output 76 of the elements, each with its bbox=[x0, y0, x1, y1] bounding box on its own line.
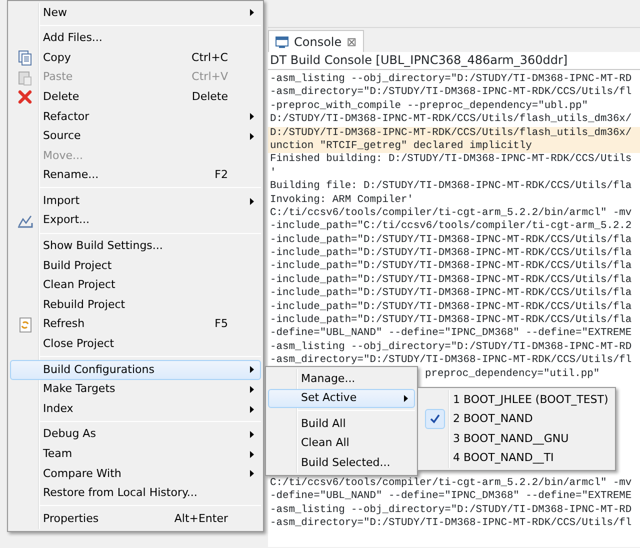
menu-item[interactable]: 1 BOOT_JHLEE (BOOT_TEST) bbox=[420, 390, 613, 410]
console-line: -asm_directory="D:/STUDY/TI-DM368-IPNC-MT-RDK/CCS/Utils/fl bbox=[269, 86, 632, 100]
console-line: -include_path="D:/STUDY/TI-DM368-IPNC-MT-RDK/CCS/Utils/fla bbox=[269, 234, 632, 248]
copy-icon bbox=[17, 50, 33, 66]
console-line: Building file: D:/STUDY/TI-DM368-IPNC-MT-RDK/CCS/Utils/fla bbox=[269, 180, 632, 194]
menu-item[interactable]: Rename... F2 bbox=[10, 166, 261, 186]
menu-item[interactable]: 2 BOOT_NAND bbox=[420, 410, 613, 430]
menu-item[interactable]: Add Files... bbox=[10, 28, 261, 48]
console-line: -include_path="D:/STUDY/TI-DM368-IPNC-MT-RDK/CCS/Utils/fla bbox=[269, 247, 632, 260]
console-line: -include_path="D:/STUDY/TI-DM368-IPNC-MT-RDK/CCS/Utils/fla bbox=[269, 287, 632, 301]
menu-item[interactable]: Close Project bbox=[10, 334, 261, 354]
console-line: -asm_listing --obj_directory="D:/STUDY/TI-DM368-IPNC-MT-RD bbox=[269, 504, 632, 518]
close-button[interactable]: ⊠ bbox=[346, 32, 357, 50]
menu-item[interactable]: Build Project bbox=[10, 256, 261, 276]
menu-item[interactable]: Set Active bbox=[268, 388, 415, 408]
console-tab[interactable]: Console ⊠ bbox=[268, 30, 364, 52]
console-title: DT Build Console [UBL_IPNC368_486arm_360ddr] bbox=[268, 52, 640, 69]
menu-item[interactable]: Refresh F5 bbox=[10, 314, 261, 334]
menu-item[interactable]: Build Selected... bbox=[268, 453, 415, 473]
console-line: preproc_dependency="util.pp" bbox=[424, 368, 600, 381]
menu-item[interactable]: Restore from Local History... bbox=[10, 484, 261, 504]
console-line: -define="UBL_NAND" --define="IPNC_DM368" --define="EXTREME bbox=[269, 327, 632, 341]
menu-item[interactable]: Team bbox=[10, 444, 261, 464]
menu-item[interactable]: Compare With bbox=[10, 464, 261, 484]
console-line: -asm_directory="D:/STUDY/TI-DM368-IPNC-MT-RDK/CCS/Utils/fl bbox=[269, 517, 632, 531]
submenu-arrow-icon bbox=[250, 9, 254, 16]
console-line: -asm_listing --obj_directory="D:/STUDY/TI-DM368-IPNC-MT-RD bbox=[269, 73, 632, 86]
submenu-arrow-icon bbox=[250, 198, 254, 205]
menu-item[interactable]: Show Build Settings... bbox=[10, 236, 261, 256]
menu-item[interactable]: Rebuild Project bbox=[10, 295, 261, 315]
menu-item[interactable]: Export... bbox=[10, 210, 261, 231]
submenu-arrow-icon bbox=[250, 113, 254, 120]
menu-item[interactable]: Clean All bbox=[268, 434, 415, 454]
menu-item[interactable]: Refactor bbox=[10, 106, 261, 127]
menu-item[interactable]: Manage... bbox=[268, 369, 415, 389]
submenu-arrow-icon bbox=[250, 431, 254, 438]
menu-item[interactable]: Build Configurations bbox=[10, 360, 261, 380]
menu-item[interactable]: Index bbox=[10, 399, 261, 419]
delete-icon bbox=[17, 89, 33, 106]
submenu-arrow-icon bbox=[250, 386, 254, 393]
submenu-arrow-icon bbox=[404, 394, 408, 402]
console-line: -include_path="D:/STUDY/TI-DM368-IPNC-MT-RDK/CCS/Utils/fla bbox=[269, 274, 632, 288]
submenu-arrow-icon bbox=[250, 450, 254, 458]
console-line: -preproc_with_compile --preproc_dependency="ubl.pp" bbox=[269, 100, 588, 114]
menu-item[interactable]: Import bbox=[10, 191, 261, 211]
paste-icon bbox=[17, 70, 33, 86]
menu-item[interactable]: Source bbox=[10, 126, 261, 146]
menu-item[interactable]: Copy Ctrl+C bbox=[10, 48, 261, 68]
console-line: -include_path="C:/ti/ccsv6/tools/compiler/ti-cgt-arm_5.2.2 bbox=[269, 220, 632, 234]
menu-item[interactable]: Properties Alt+Enter bbox=[10, 509, 261, 529]
console-line: -asm_listing --obj_directory="D:/STUDY/TI-DM368-IPNC-MT-RD bbox=[269, 340, 632, 354]
menu-item[interactable]: Build All bbox=[268, 414, 415, 434]
console-line: ' bbox=[269, 166, 276, 180]
submenu-arrow-icon bbox=[250, 132, 254, 140]
refresh-icon bbox=[17, 316, 33, 333]
console-line: C:/ti/ccsv6/tools/compiler/ti-cgt-arm_5.2.2/bin/armcl" -mv bbox=[269, 206, 632, 220]
submenu-arrow-icon bbox=[250, 406, 254, 413]
console-line: C:/ti/ccsv6/tools/compiler/ti-cgt-arm_5.2.2/bin/armcl" -mv bbox=[269, 476, 632, 490]
console-line: Invoking: ARM Compiler' bbox=[269, 194, 414, 207]
console-line: -include_path="D:/STUDY/TI-DM368-IPNC-MT-RDK/CCS/Utils/fla bbox=[269, 260, 632, 274]
console-line: -asm_directory="D:/STUDY/TI-DM368-IPNC-MT-RDK/CCS/Utils/fl bbox=[269, 354, 632, 368]
menu-item[interactable]: 4 BOOT_NAND__TI bbox=[420, 448, 613, 468]
submenu-arrow-icon bbox=[250, 470, 254, 478]
menu-item[interactable]: Delete Delete bbox=[10, 87, 261, 107]
menu-item[interactable]: 3 BOOT_NAND__GNU bbox=[420, 429, 613, 449]
console-line: -include_path="D:/STUDY/TI-DM368-IPNC-MT-RDK/CCS/Utils/fla bbox=[269, 300, 632, 314]
console-icon bbox=[275, 36, 289, 48]
console-line: D:/STUDY/TI-DM368-IPNC-MT-RDK/CCS/Utils/flash_utils_dm36x/ bbox=[269, 113, 632, 127]
menu-item[interactable]: New bbox=[10, 3, 261, 23]
submenu-arrow-icon bbox=[250, 366, 254, 374]
console-line: -define="UBL_NAND" --define="IPNC_DM368" --define="EXTREME bbox=[269, 490, 632, 504]
menu-item[interactable]: Make Targets bbox=[10, 380, 261, 400]
menu-item[interactable]: Debug As bbox=[10, 424, 261, 444]
console-line: Finished building: D:/STUDY/TI-DM368-IPNC-MT-RDK/CCS/Utils bbox=[269, 153, 632, 167]
menu-item[interactable]: Clean Project bbox=[10, 276, 261, 296]
console-line: -include_path="D:/STUDY/TI-DM368-IPNC-MT-RDK/CCS/Utils/fla bbox=[269, 314, 632, 328]
